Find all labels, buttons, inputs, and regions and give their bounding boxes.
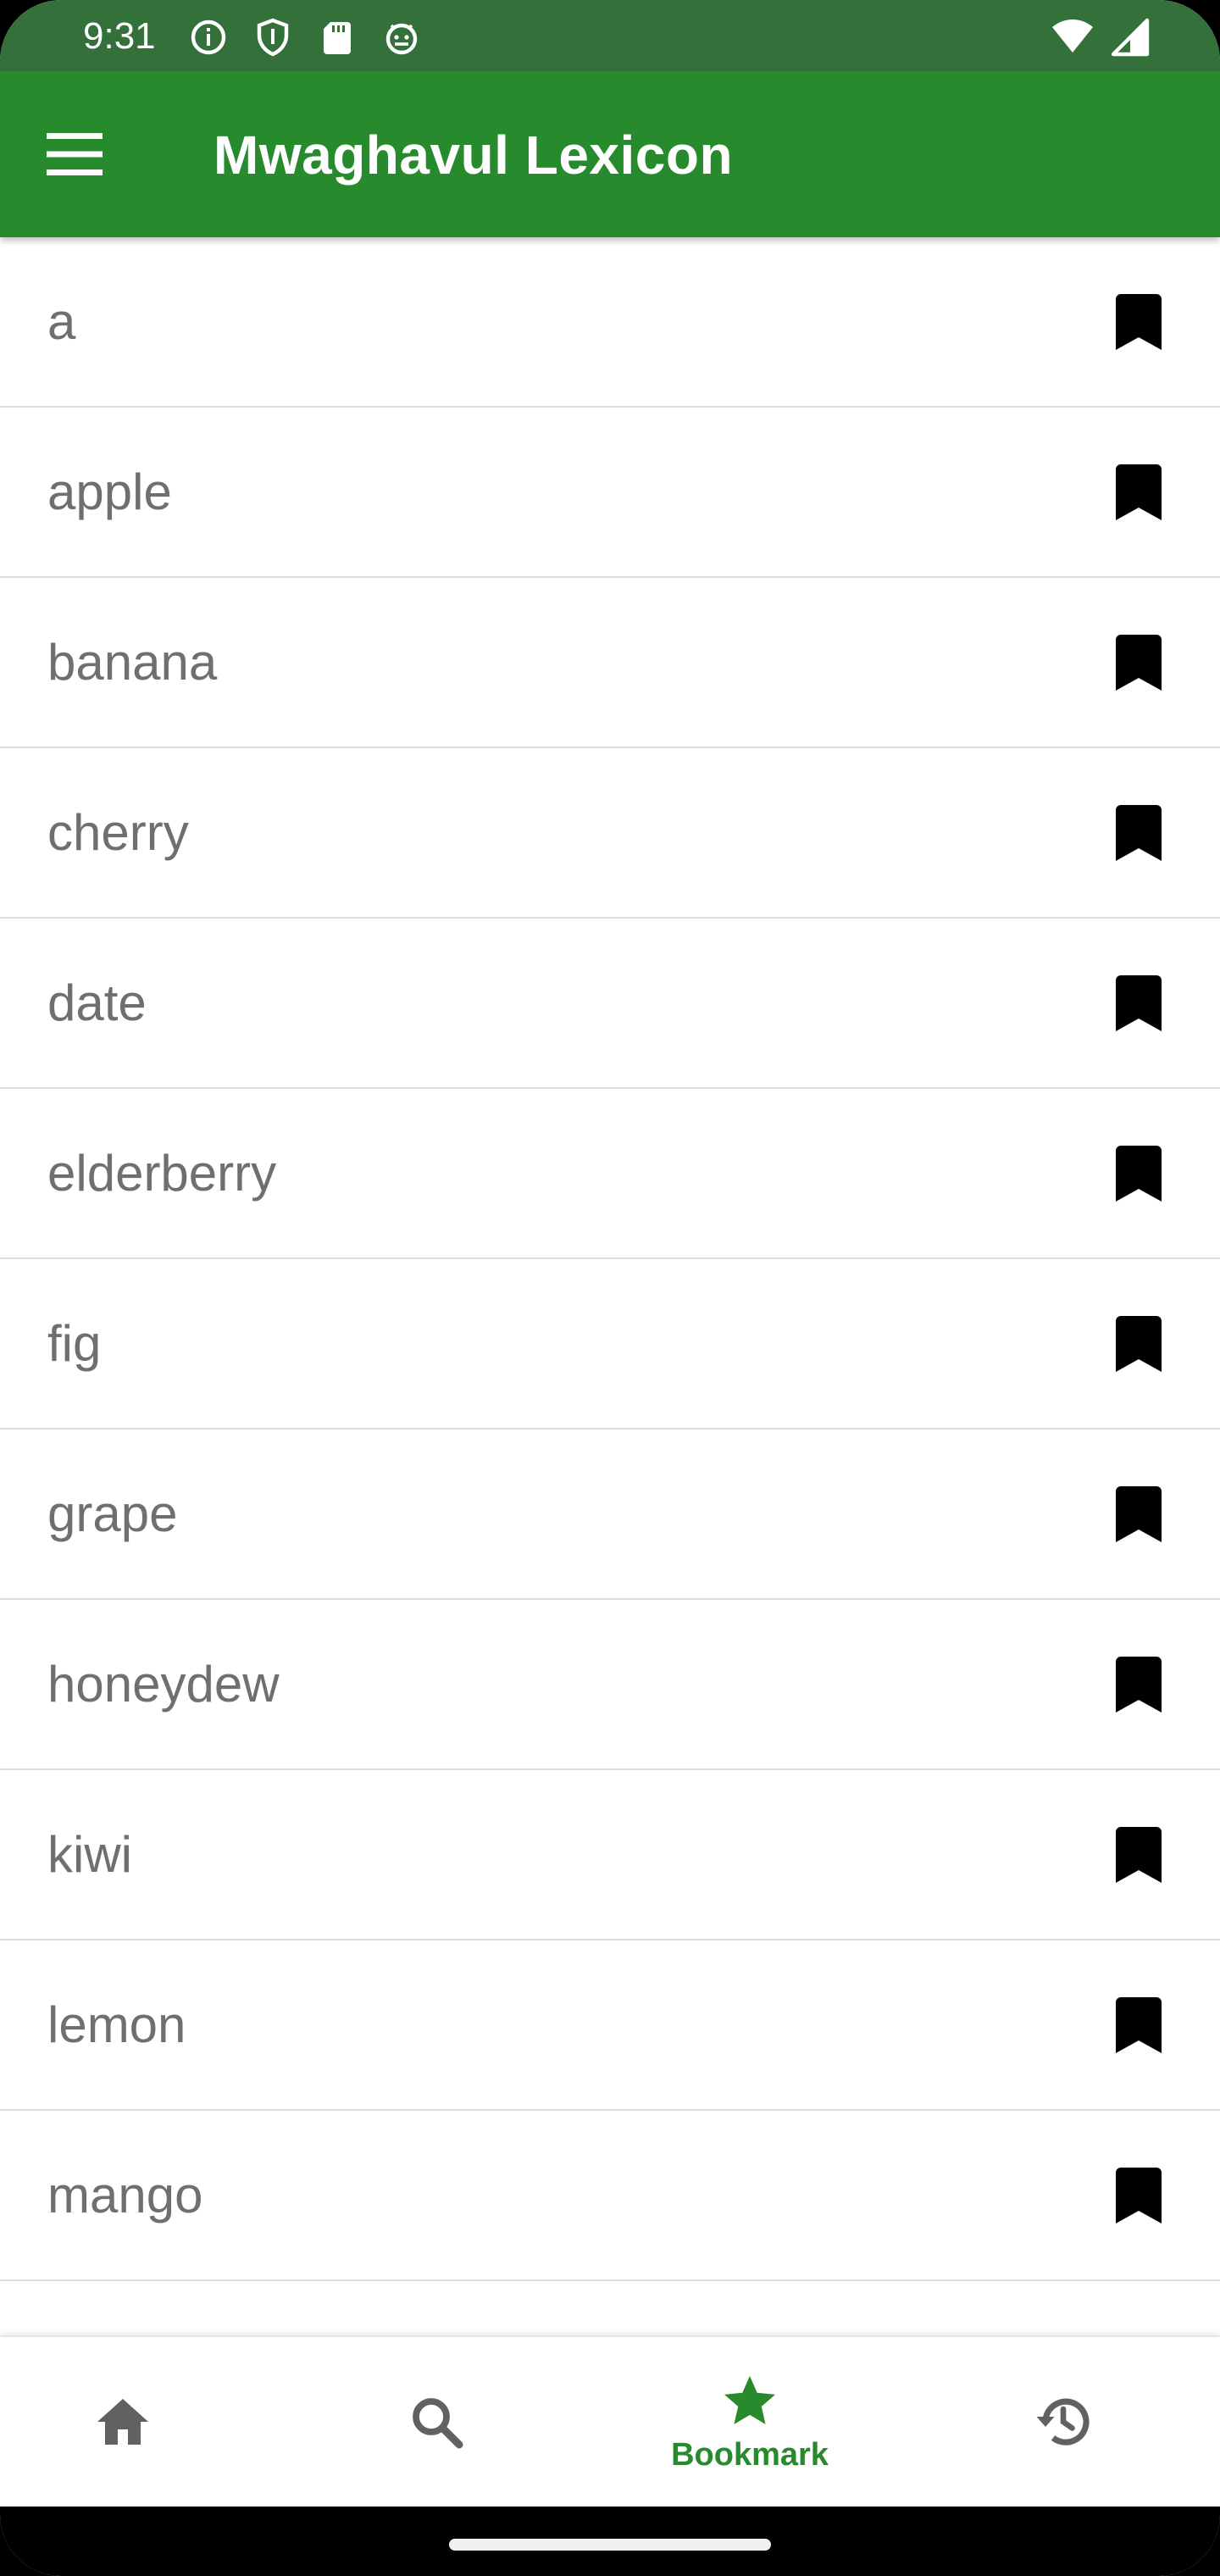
list-item[interactable]: apple [0, 408, 1220, 578]
bookmark-icon [1116, 2167, 1162, 2223]
bookmark-list[interactable]: a apple banana cherry date elderberry fi… [0, 237, 1220, 2339]
bookmark-button[interactable] [1098, 963, 1179, 1044]
phone-screen: 9:31 Mwaghavul Lexicon a apple banana ch… [0, 0, 1220, 2576]
wifi-icon [1051, 17, 1095, 62]
bookmark-icon [1116, 1315, 1162, 1372]
list-item[interactable]: kiwi [0, 1770, 1220, 1940]
bookmark-button[interactable] [1098, 792, 1179, 874]
status-right-icons [1051, 17, 1152, 62]
list-item[interactable]: lemon [0, 1940, 1220, 2111]
bookmark-icon [1116, 1145, 1162, 1202]
list-item-word: kiwi [47, 1826, 132, 1883]
app-title: Mwaghavul Lexicon [214, 125, 734, 186]
list-item-word: mango [47, 2167, 203, 2223]
list-item[interactable]: grape [0, 1430, 1220, 1600]
list-item[interactable]: fig [0, 1259, 1220, 1430]
list-item[interactable]: a [0, 237, 1220, 408]
bookmark-icon [1116, 634, 1162, 691]
bookmark-button[interactable] [1098, 452, 1179, 533]
status-left-icons [188, 17, 422, 62]
list-item[interactable]: banana [0, 578, 1220, 748]
list-item-partial[interactable] [0, 2281, 1220, 2339]
list-item-word: banana [47, 634, 218, 691]
shield-icon [252, 17, 293, 62]
nav-bookmark[interactable]: Bookmark [593, 2337, 907, 2507]
search-icon [413, 2398, 463, 2449]
bookmark-icon [1116, 804, 1162, 861]
list-item[interactable]: honeydew [0, 1600, 1220, 1770]
bookmark-icon [1116, 1826, 1162, 1883]
bookmark-button[interactable] [1098, 1644, 1179, 1725]
list-item-word: honeydew [47, 1656, 280, 1713]
bookmark-icon [1116, 464, 1162, 520]
app-bar: Mwaghavul Lexicon [0, 71, 1220, 237]
menu-button[interactable] [34, 115, 115, 197]
bookmark-button[interactable] [1098, 1133, 1179, 1214]
sd-card-icon [317, 17, 358, 62]
bookmark-icon [1116, 293, 1162, 350]
bookmark-button[interactable] [1098, 1814, 1179, 1896]
list-item-word: fig [47, 1315, 102, 1372]
list-item[interactable]: date [0, 919, 1220, 1089]
list-item-word: date [47, 974, 147, 1031]
bookmark-icon [1116, 1485, 1162, 1542]
bookmark-button[interactable] [1098, 1303, 1179, 1385]
info-icon [188, 17, 229, 62]
bookmark-button[interactable] [1098, 1985, 1179, 2066]
list-item[interactable]: cherry [0, 748, 1220, 919]
list-item-word: a [47, 293, 76, 350]
list-item-word: lemon [47, 1996, 186, 2053]
bookmark-button[interactable] [1098, 281, 1179, 363]
nav-history[interactable] [907, 2337, 1220, 2507]
home-icon [97, 2399, 148, 2445]
home-gesture-handle[interactable] [449, 2539, 771, 2551]
menu-icon [47, 132, 103, 180]
list-item-word: elderberry [47, 1145, 277, 1202]
bookmark-icon [1116, 974, 1162, 1031]
bookmark-button[interactable] [1098, 1474, 1179, 1555]
android-icon [381, 17, 422, 62]
list-item-word: apple [47, 464, 172, 520]
bookmark-icon [1116, 1656, 1162, 1713]
list-item[interactable]: elderberry [0, 1089, 1220, 1259]
list-item[interactable]: mango [0, 2111, 1220, 2281]
nav-bookmark-label: Bookmark [671, 2436, 829, 2473]
bookmark-button[interactable] [1098, 622, 1179, 703]
list-item-word: grape [47, 1485, 178, 1542]
nav-home[interactable] [0, 2337, 280, 2507]
bookmark-button[interactable] [1098, 2155, 1179, 2236]
status-time: 9:31 [83, 15, 156, 57]
list-item-word: cherry [47, 804, 189, 861]
bookmark-icon [1116, 1996, 1162, 2053]
nav-search[interactable] [280, 2337, 593, 2507]
history-icon [1036, 2398, 1090, 2446]
bottom-navigation: Bookmark [0, 2335, 1220, 2507]
gesture-bar [0, 2505, 1220, 2576]
star-icon [724, 2375, 775, 2424]
signal-icon [1108, 17, 1152, 62]
status-bar: 9:31 [0, 0, 1220, 71]
